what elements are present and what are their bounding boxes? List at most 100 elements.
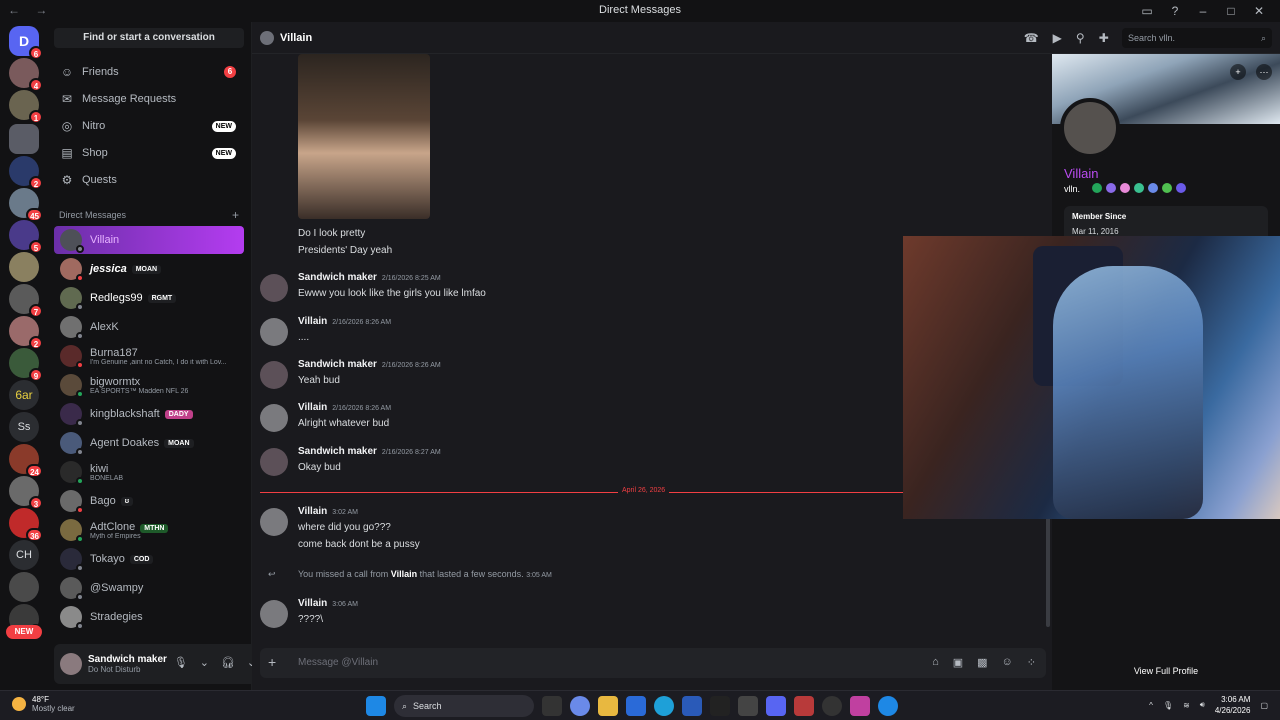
message-author[interactable]: Sandwich maker 2/16/2026 8:25 AM	[298, 272, 441, 283]
edge-icon[interactable]	[654, 696, 674, 716]
video-call-icon[interactable]: ▶	[1053, 31, 1062, 45]
dm-item[interactable]: Agent Doakes MOAN	[54, 429, 244, 457]
badge-icon[interactable]	[1106, 183, 1116, 193]
badge-icon[interactable]	[1148, 183, 1158, 193]
message-author[interactable]: Villain 2/16/2026 8:26 AM	[298, 316, 391, 327]
server-icon[interactable]: 3	[9, 476, 43, 510]
view-full-profile-button[interactable]: View Full Profile	[1052, 666, 1280, 676]
emoji-icon[interactable]: ☺	[1002, 656, 1013, 669]
nav-message-requests[interactable]: ✉ Message Requests	[54, 87, 244, 111]
chevron-down-icon[interactable]: ⌄	[200, 656, 209, 669]
add-friend-icon[interactable]: +	[1230, 64, 1246, 80]
task-view-icon[interactable]	[542, 696, 562, 716]
avatar[interactable]	[260, 318, 288, 346]
app-icon[interactable]	[794, 696, 814, 716]
pin-icon[interactable]: ⚲	[1076, 31, 1085, 45]
gift-icon[interactable]: ⌂	[932, 656, 939, 669]
app-icon[interactable]	[710, 696, 730, 716]
volume-icon[interactable]: 🔊︎	[1200, 700, 1205, 710]
server-icon[interactable]: 24	[9, 444, 43, 478]
help-icon[interactable]: ?	[1168, 4, 1182, 18]
windows-start-icon[interactable]	[366, 696, 386, 716]
nav-shop[interactable]: ▤ Shop NEW	[54, 141, 244, 165]
server-icon[interactable]: 45	[9, 188, 43, 222]
avatar[interactable]	[60, 653, 82, 675]
file-explorer-icon[interactable]	[598, 696, 618, 716]
server-icon[interactable]: 2	[9, 156, 43, 190]
profile-avatar[interactable]	[1060, 98, 1120, 158]
create-dm-icon[interactable]: +	[232, 208, 239, 222]
more-options-icon[interactable]: ⋯	[1256, 64, 1272, 80]
avatar[interactable]	[260, 448, 288, 476]
nav-friends[interactable]: ☺ Friends 6	[54, 60, 244, 84]
server-icon[interactable]: 5	[9, 220, 43, 254]
badge-icon[interactable]	[1162, 183, 1172, 193]
message-author[interactable]: Villain 3:06 AM	[298, 598, 358, 609]
avatar[interactable]	[260, 361, 288, 389]
microphone-icon[interactable]: 🎙︎	[174, 656, 188, 669]
dm-item[interactable]: Burna187 I'm Genuine ,aint no Catch, I d…	[54, 342, 244, 370]
close-button[interactable]: ✕	[1252, 4, 1266, 18]
avatar[interactable]	[260, 508, 288, 536]
server-icon[interactable]: 6ar	[9, 380, 39, 410]
inbox-icon[interactable]: ▭	[1140, 4, 1154, 18]
dm-item[interactable]: kiwi BONELAB	[54, 458, 244, 486]
maximize-button[interactable]: □	[1224, 4, 1238, 18]
nav-quests[interactable]: ⚙ Quests	[54, 168, 244, 192]
avatar[interactable]	[260, 274, 288, 302]
message-author[interactable]: Sandwich maker 2/16/2026 8:27 AM	[298, 446, 441, 457]
microphone-icon[interactable]: 🎙︎	[1163, 701, 1173, 710]
dm-item[interactable]: AlexK	[54, 313, 244, 341]
message-author[interactable]: Villain 2/16/2026 8:26 AM	[298, 402, 391, 413]
server-icon[interactable]: 36	[9, 508, 43, 542]
dm-item[interactable]: bigwormtx EA SPORTS™ Madden NFL 26	[54, 371, 244, 399]
add-attachment-icon[interactable]: +	[268, 654, 276, 670]
add-friends-icon[interactable]: ✚	[1099, 31, 1109, 45]
avatar[interactable]	[260, 600, 288, 628]
missed-call-user[interactable]: Villain	[391, 569, 417, 579]
server-icon[interactable]	[9, 572, 39, 602]
dm-item[interactable]: Tokayo COD	[54, 545, 244, 573]
weather-widget[interactable]: 48°F Mostly clear	[12, 695, 75, 713]
home-button[interactable]: D6	[9, 26, 43, 60]
chat-scrollbar[interactable]	[1046, 512, 1050, 627]
dm-item[interactable]: jessica MOAN	[54, 255, 244, 283]
nav-nitro[interactable]: ◎ Nitro NEW	[54, 114, 244, 138]
message-composer[interactable]: + Message @Villain ⌂ ▣ ▩ ☺ ⁘	[260, 648, 1046, 678]
dm-item[interactable]: Bago ʊ	[54, 487, 244, 515]
taskbar-search[interactable]: ⌕ Search	[394, 695, 534, 717]
voice-call-icon[interactable]: ☎	[1024, 31, 1039, 45]
badge-icon[interactable]	[1120, 183, 1130, 193]
find-conversation-button[interactable]: Find or start a conversation	[54, 28, 244, 48]
server-icon[interactable]: 1	[9, 90, 43, 124]
badge-icon[interactable]	[1176, 183, 1186, 193]
dm-item[interactable]: @Swampy	[54, 574, 244, 602]
store-icon[interactable]	[626, 696, 646, 716]
app-icon[interactable]	[682, 696, 702, 716]
dm-item[interactable]: kingblackshaft DADY	[54, 400, 244, 428]
message-author[interactable]: Sandwich maker 2/16/2026 8:26 AM	[298, 359, 441, 370]
headphones-icon[interactable]: 🎧︎	[221, 656, 235, 669]
search-input[interactable]: Search vlln. ⌕	[1122, 28, 1272, 48]
app-icon[interactable]	[878, 696, 898, 716]
server-icon[interactable]: 4	[9, 58, 43, 92]
badge-icon[interactable]	[1092, 183, 1102, 193]
message-author[interactable]: Villain 3:02 AM	[298, 506, 358, 517]
image-attachment[interactable]	[298, 54, 430, 219]
server-icon[interactable]: Ss	[9, 412, 39, 442]
app-icon[interactable]	[738, 696, 758, 716]
server-icon[interactable]: 2	[9, 316, 43, 350]
server-icon[interactable]	[9, 124, 39, 154]
dm-item[interactable]: AdtClone MTHN Myth of Empires	[54, 516, 244, 544]
server-icon[interactable]: CH	[9, 540, 39, 570]
clock[interactable]: 3:06 AM 4/26/2026	[1215, 694, 1251, 716]
server-icon[interactable]: 9	[9, 348, 43, 382]
app-icon[interactable]	[850, 696, 870, 716]
discord-taskbar-icon[interactable]	[766, 696, 786, 716]
wifi-icon[interactable]: ≋	[1183, 701, 1190, 710]
copilot-icon[interactable]	[570, 696, 590, 716]
dm-item[interactable]: Villain	[54, 226, 244, 254]
dm-item[interactable]: Stradegies	[54, 603, 244, 631]
minimize-button[interactable]: –	[1196, 4, 1210, 18]
chrome-icon[interactable]	[822, 696, 842, 716]
